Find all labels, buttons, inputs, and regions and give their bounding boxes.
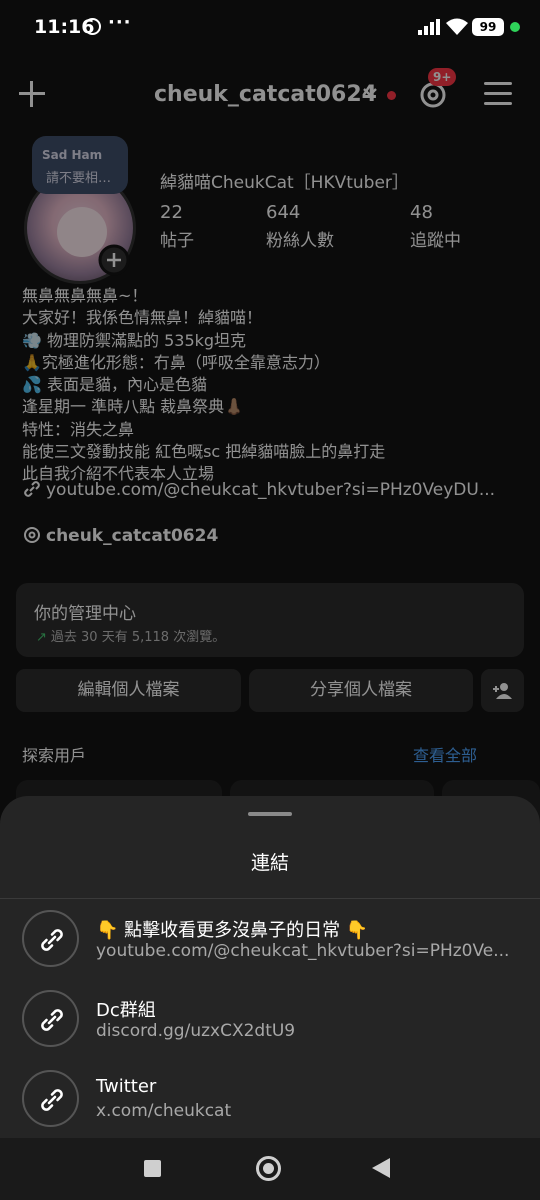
back-button[interactable] bbox=[372, 1158, 390, 1178]
threads-profile-link[interactable]: cheuk_catcat0624 bbox=[22, 525, 218, 546]
link-title: Dc群組 bbox=[96, 1000, 156, 1021]
whatsapp-icon bbox=[84, 18, 101, 35]
display-name: 綽貓喵CheukCat［HKVtuber］ bbox=[160, 173, 409, 193]
share-profile-button[interactable]: 分享個人檔案 bbox=[249, 669, 473, 712]
link-icon bbox=[24, 481, 40, 497]
stat-label: 追蹤中 bbox=[410, 231, 461, 251]
link-icon bbox=[41, 1009, 63, 1031]
link-url: x.com/cheukcat bbox=[96, 1101, 232, 1121]
profile-background: cheuk_catcat0624 9+ Sad Ham 請不要相… 綽貓喵Che… bbox=[0, 56, 540, 840]
battery-icon: 99 bbox=[472, 18, 504, 36]
bio-line: 特性：消失之鼻 bbox=[22, 419, 135, 439]
link-url: discord.gg/uzxCX2dtU9 bbox=[96, 1021, 296, 1041]
bio-line: 逢星期一 準時八點 裁鼻祭典👃🏽 bbox=[22, 397, 245, 417]
note-song: Sad Ham bbox=[42, 148, 103, 162]
note-text: 請不要相… bbox=[46, 171, 112, 186]
home-button[interactable] bbox=[256, 1156, 281, 1181]
add-person-icon bbox=[492, 683, 512, 699]
threads-handle: cheuk_catcat0624 bbox=[46, 526, 219, 546]
link-icon-circle bbox=[22, 910, 79, 967]
wifi-icon bbox=[446, 18, 468, 35]
sheet-title: 連結 bbox=[250, 852, 289, 874]
link-item-youtube[interactable]: 👇 點擊收看更多沒鼻子的日常 👇 youtube.com/@cheukcat_h… bbox=[0, 898, 540, 978]
signal-icon bbox=[418, 19, 440, 35]
stat-value: 644 bbox=[266, 202, 301, 223]
threads-icon bbox=[24, 527, 40, 543]
link-icon-circle bbox=[22, 990, 79, 1047]
link-title: 👇 點擊收看更多沒鼻子的日常 👇 bbox=[96, 920, 369, 941]
privacy-indicator-dot bbox=[510, 22, 520, 32]
bio-line: 大家好！我係色情無鼻！綽貓喵！ bbox=[22, 308, 263, 328]
account-alert-dot bbox=[387, 91, 396, 100]
discover-people-button[interactable] bbox=[481, 669, 524, 712]
dashboard-title: 你的管理中心 bbox=[34, 604, 136, 624]
link-icon-circle bbox=[22, 1070, 79, 1127]
bio-link-text: youtube.com/@cheukcat_hkvtuber?si=PHz0Ve… bbox=[46, 480, 496, 500]
bio-link[interactable]: youtube.com/@cheukcat_hkvtuber?si=PHz0Ve… bbox=[22, 479, 520, 500]
recents-button[interactable] bbox=[144, 1160, 161, 1177]
status-bar: 11:16 ··· 99 bbox=[0, 0, 540, 56]
bio: 無鼻無鼻無鼻~！ 大家好！我係色情無鼻！綽貓喵！ 💨 物理防禦滿點的 535kg… bbox=[22, 285, 522, 486]
notification-badge: 9+ bbox=[428, 68, 457, 86]
link-icon bbox=[41, 1089, 63, 1111]
see-all-link[interactable]: 查看全部 bbox=[413, 742, 477, 766]
link-item-discord[interactable]: Dc群組 discord.gg/uzxCX2dtU9 bbox=[0, 978, 540, 1058]
link-item-twitter[interactable]: Twitter x.com/cheukcat bbox=[0, 1058, 540, 1138]
explore-users-label: 探索用戶 bbox=[22, 746, 87, 765]
note-bubble[interactable]: Sad Ham 請不要相… bbox=[32, 136, 128, 194]
link-title: Twitter bbox=[96, 1076, 157, 1097]
stat-value: 22 bbox=[160, 202, 183, 223]
bio-line: 能使三文發動技能 紅色嘅sc 把綽貓喵臉上的鼻打走 bbox=[22, 442, 386, 462]
link-url: youtube.com/@cheukcat_hkvtuber?si=PHz0Ve… bbox=[96, 941, 510, 961]
dashboard-views-text: 過去 30 天有 5,118 次瀏覽。 bbox=[50, 630, 226, 645]
stat-label: 帖子 bbox=[160, 231, 194, 251]
stat-following[interactable]: 48 追蹤中 bbox=[410, 202, 461, 251]
profile-username[interactable]: cheuk_catcat0624 bbox=[154, 82, 377, 107]
stat-followers[interactable]: 644 粉絲人數 bbox=[266, 202, 334, 251]
link-icon bbox=[41, 929, 63, 951]
stat-value: 48 bbox=[410, 202, 433, 223]
create-plus-icon[interactable] bbox=[16, 78, 48, 110]
stat-label: 粉絲人數 bbox=[266, 231, 334, 251]
edit-profile-button[interactable]: 編輯個人檔案 bbox=[16, 669, 241, 712]
professional-dashboard[interactable]: 你的管理中心 ↗ 過去 30 天有 5,118 次瀏覽。 bbox=[16, 583, 524, 657]
dashboard-subtitle: ↗ 過去 30 天有 5,118 次瀏覽。 bbox=[36, 626, 225, 645]
chevron-down-icon[interactable] bbox=[362, 86, 378, 98]
bio-line: 💨 物理防禦滿點的 535kg坦克 bbox=[22, 330, 247, 350]
system-navigation-bar bbox=[0, 1138, 540, 1200]
bio-line: 無鼻無鼻無鼻~！ bbox=[22, 286, 148, 305]
add-story-plus-icon[interactable] bbox=[98, 244, 130, 276]
bio-line: 💦 表面是貓，內心是色貓 bbox=[22, 375, 208, 395]
bio-line: 🙏究極進化形態：冇鼻（呼吸全靠意志力） bbox=[22, 352, 330, 372]
sheet-drag-handle[interactable] bbox=[248, 812, 292, 816]
trend-up-icon: ↗ bbox=[36, 630, 47, 645]
stat-posts[interactable]: 22 帖子 bbox=[160, 202, 194, 251]
hamburger-menu-icon[interactable] bbox=[484, 82, 512, 106]
more-notifications-icon: ··· bbox=[108, 12, 132, 33]
